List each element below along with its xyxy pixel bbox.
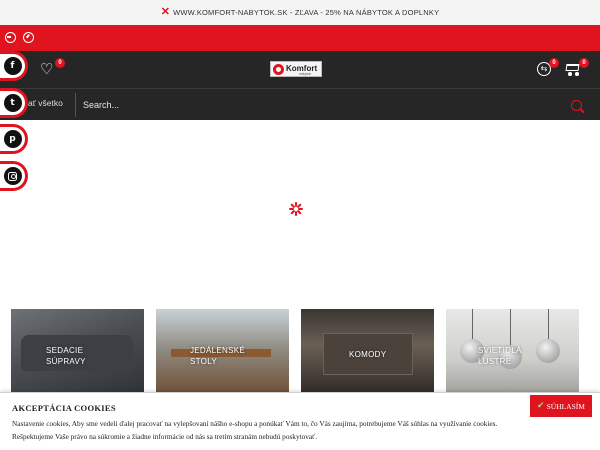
category-label: JEDÁLENSKÉ STOLY: [190, 346, 246, 366]
compass-icon[interactable]: [23, 32, 34, 43]
twitter-icon: t: [3, 94, 22, 112]
category-tile-komody[interactable]: KOMODY: [301, 309, 434, 399]
cookie-consent-banner: AKCEPTÁCIA COOKIES Nastavenie cookies, A…: [0, 392, 600, 450]
search-button[interactable]: [562, 92, 590, 118]
heart-icon[interactable]: ♡: [40, 62, 53, 77]
search-icon: [570, 99, 582, 111]
logo-subtext: nábytok: [299, 72, 312, 76]
category-label: KOMODY: [349, 350, 387, 359]
login-icon[interactable]: [5, 32, 16, 43]
accept-cookies-button[interactable]: ✔ SÚHLASÍM: [530, 395, 592, 417]
close-icon[interactable]: ✕: [161, 7, 170, 18]
instagram-icon: [3, 167, 22, 185]
cart-count-badge: 0: [579, 58, 589, 68]
cookie-text-line-1: Nastavenie cookies, Aby sme vedeli ďalej…: [12, 419, 498, 428]
cookie-title: AKCEPTÁCIA COOKIES: [12, 403, 116, 413]
category-tiles: SEDACIE SÚPRAVY JEDÁLENSKÉ STOLY KOMODY SV…: [0, 309, 600, 399]
all-categories-dropdown[interactable]: ať všetko: [28, 98, 63, 108]
search-bar: ať všetko: [0, 88, 600, 120]
category-tile-sedacie-supravy[interactable]: SEDACIE SÚPRAVY: [11, 309, 144, 399]
cookie-text-line-2: Rešpektujeme Vaše právo na súkromie a ži…: [12, 432, 318, 441]
divider: [75, 93, 76, 117]
pinterest-button[interactable]: p: [0, 124, 28, 154]
category-tile-jedalenske-stoly[interactable]: JEDÁLENSKÉ STOLY: [156, 309, 289, 399]
header: ♡ 0 Komfort nábytok ⇆ 0 0: [0, 51, 600, 88]
instagram-button[interactable]: [0, 161, 28, 191]
page: ✕ WWW.KOMFORT-NABYTOK.SK - ZĽAVA - 25% N…: [0, 0, 600, 450]
check-icon: ✔: [537, 401, 545, 411]
loading-spinner-icon: [289, 202, 303, 216]
facebook-icon: f: [3, 57, 22, 75]
category-tile-svietidla-lustre[interactable]: SVIETIDLÁ LUSTRE: [446, 309, 579, 399]
category-label: SEDACIE SÚPRAVY: [46, 346, 86, 366]
search-input[interactable]: [78, 92, 560, 118]
wishlist-count-badge: 0: [55, 58, 65, 68]
pinterest-icon: p: [3, 130, 22, 148]
promo-text: WWW.KOMFORT-NABYTOK.SK - ZĽAVA - 25% NA …: [173, 8, 440, 17]
top-utility-bar: [0, 25, 600, 51]
accept-cookies-label: SÚHLASÍM: [546, 401, 585, 411]
logo[interactable]: Komfort nábytok: [270, 61, 322, 77]
lamp-image: [536, 339, 560, 363]
category-label: SVIETIDLÁ LUSTRE: [478, 346, 522, 366]
compare-count-badge: 0: [549, 58, 559, 68]
logo-mark-icon: [273, 63, 284, 75]
promo-bar: ✕ WWW.KOMFORT-NABYTOK.SK - ZĽAVA - 25% N…: [0, 0, 600, 25]
